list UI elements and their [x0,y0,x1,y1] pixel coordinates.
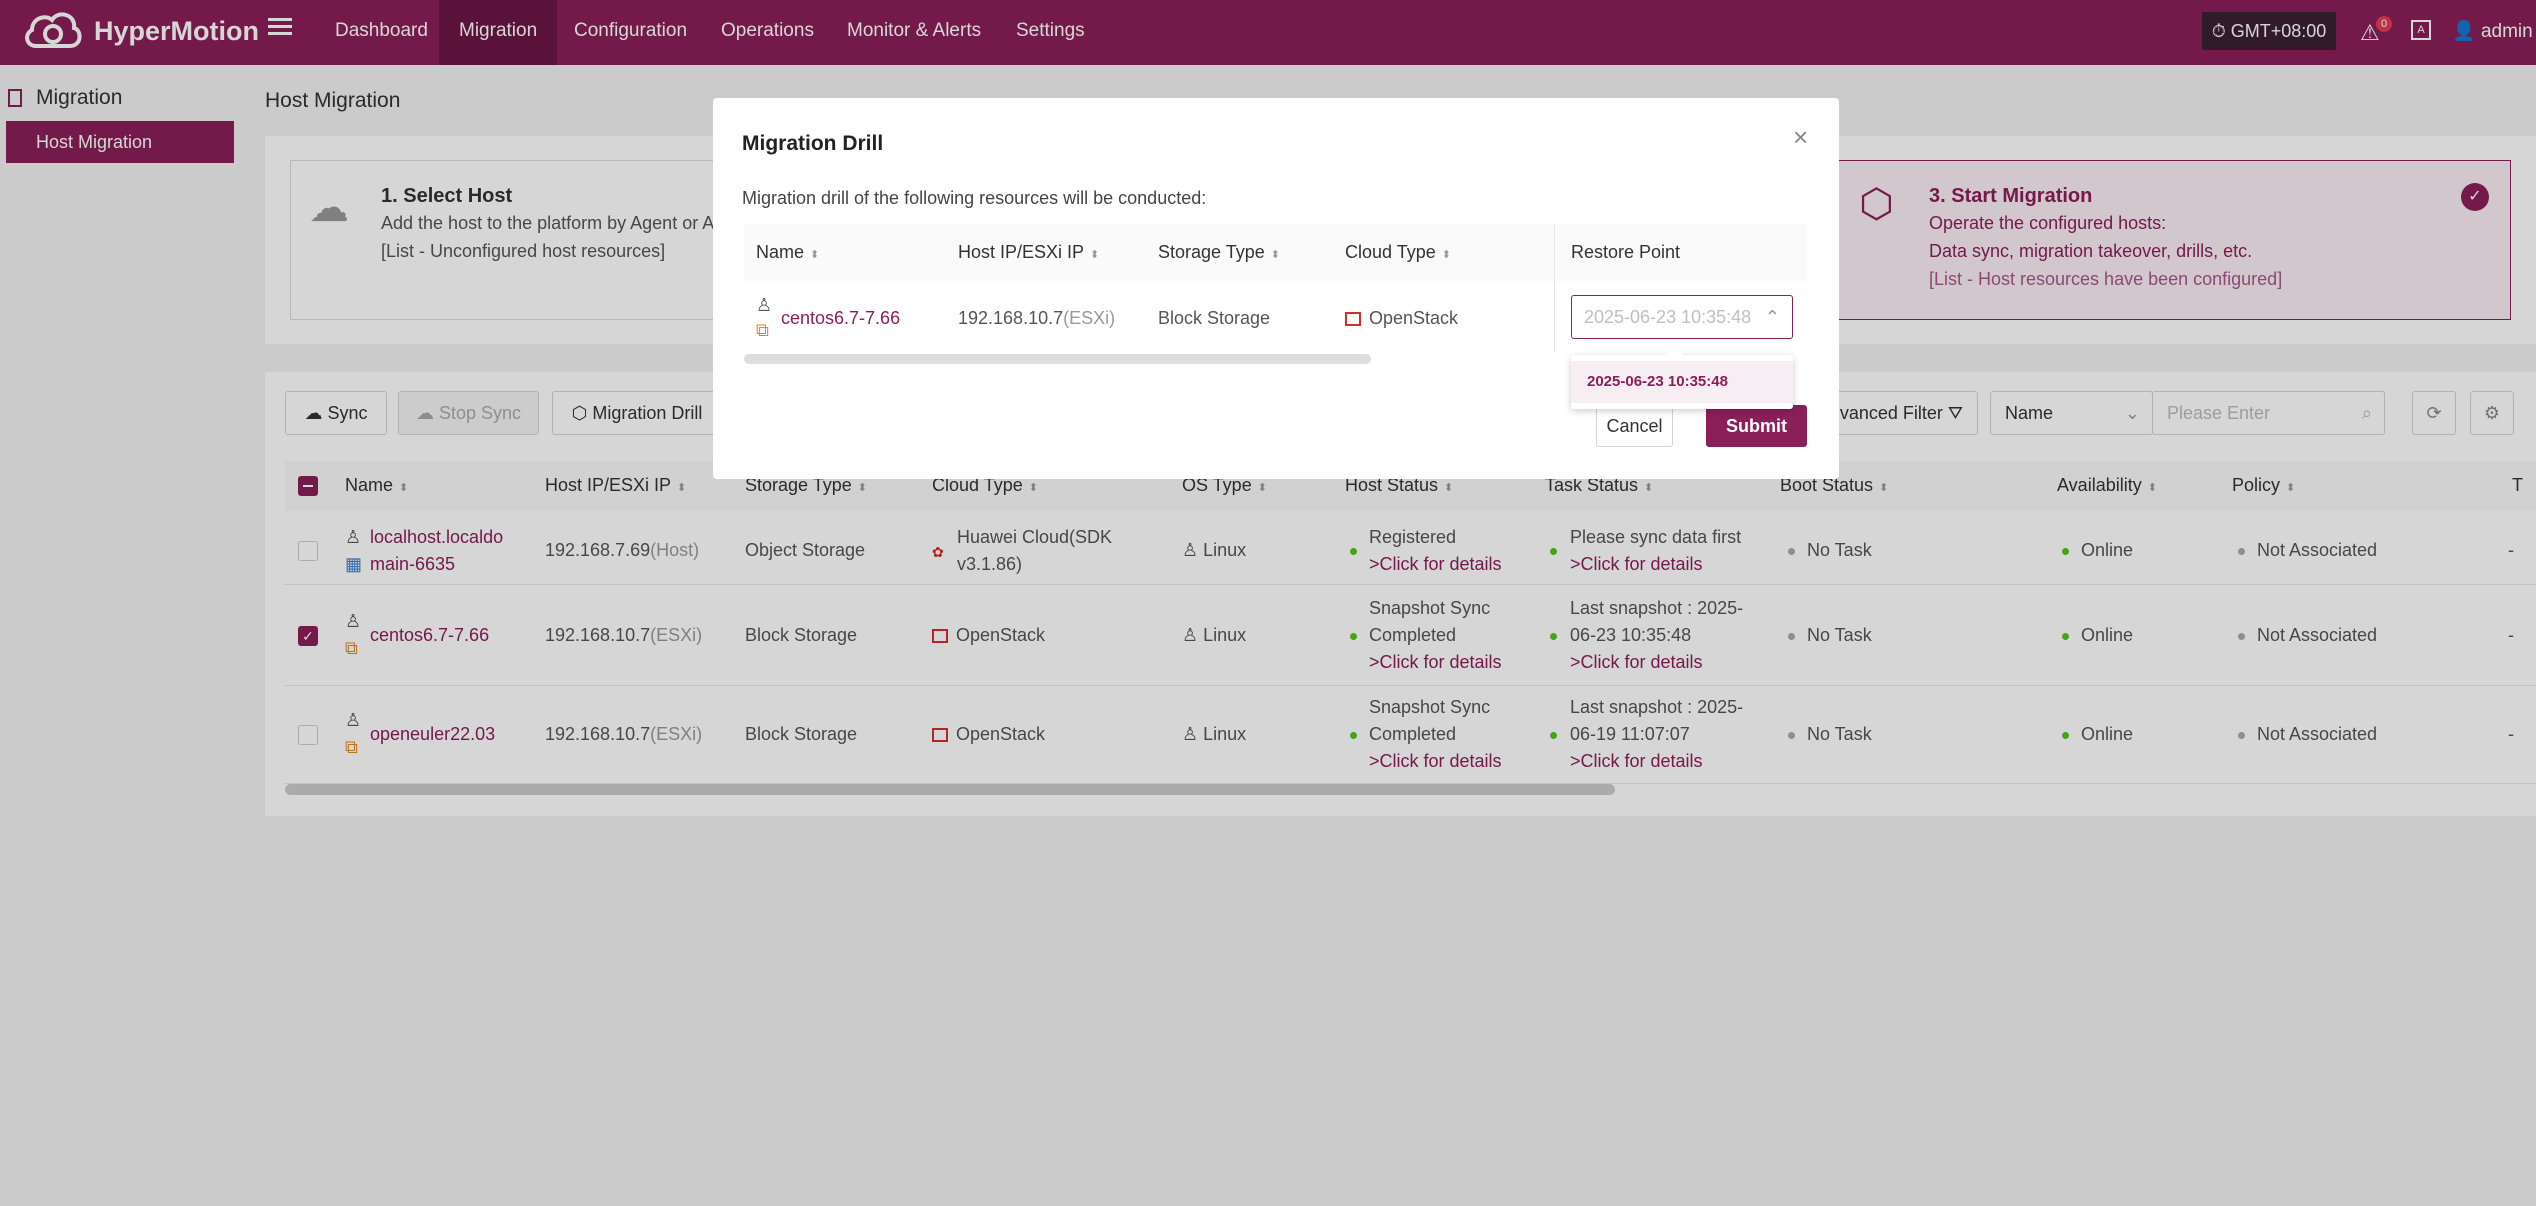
dialog-col-storage-label: Storage Type [1158,242,1265,262]
dialog-host-ip: 192.168.10.7(ESXi) [958,305,1115,332]
dialog-col-cloud[interactable]: Cloud Type ⬍ [1345,242,1451,263]
ip-value: 192.168.10.7 [958,308,1064,328]
dialog-col-cloud-label: Cloud Type [1345,242,1436,262]
linux-icon: ♙ [756,295,773,315]
dialog-col-storage[interactable]: Storage Type ⬍ [1158,242,1280,263]
submit-button[interactable]: Submit [1706,405,1807,447]
dialog-col-name-label: Name [756,242,805,262]
sort-icon: ⬍ [1090,249,1100,261]
dialog-col-name[interactable]: Name ⬍ [756,242,819,263]
cancel-button[interactable]: Cancel [1596,405,1673,447]
restore-point-select[interactable]: 2025-06-23 10:35:48 ⌃ [1571,295,1793,339]
restore-point-option[interactable]: 2025-06-23 10:35:48 [1571,361,1793,403]
dialog-scrollbar[interactable] [744,354,1371,364]
dialog-cloud: OpenStack [1345,305,1458,332]
restore-point-placeholder: 2025-06-23 10:35:48 [1584,307,1752,327]
openstack-icon [1345,312,1361,327]
restore-point-dropdown: 2025-06-23 10:35:48 [1571,346,1793,409]
dialog-col-restore-point: Restore Point [1571,242,1681,262]
close-icon[interactable]: × [1793,122,1808,153]
column-divider [1554,224,1555,352]
dialog-title: Migration Drill [742,132,884,155]
cloud-value: OpenStack [1369,308,1459,328]
dialog-col-host-ip-label: Host IP/ESXi IP [958,242,1085,262]
ip-type: (ESXi) [1063,308,1116,328]
dialog-host-name[interactable]: centos6.7-7.66 [781,305,900,332]
dialog-description: Migration drill of the following resourc… [742,188,1207,208]
dialog-col-host-ip[interactable]: Host IP/ESXi IP ⬍ [958,242,1099,263]
sort-icon: ⬍ [1441,249,1451,261]
migration-drill-dialog: Migration Drill × Migration drill of the… [713,98,1839,479]
sort-icon: ⬍ [810,249,820,261]
chevron-up-icon: ⌃ [1764,307,1780,327]
sort-icon: ⬍ [1270,249,1280,261]
dialog-storage: Block Storage [1158,308,1271,328]
vm-icon: ⧉ [756,320,769,340]
